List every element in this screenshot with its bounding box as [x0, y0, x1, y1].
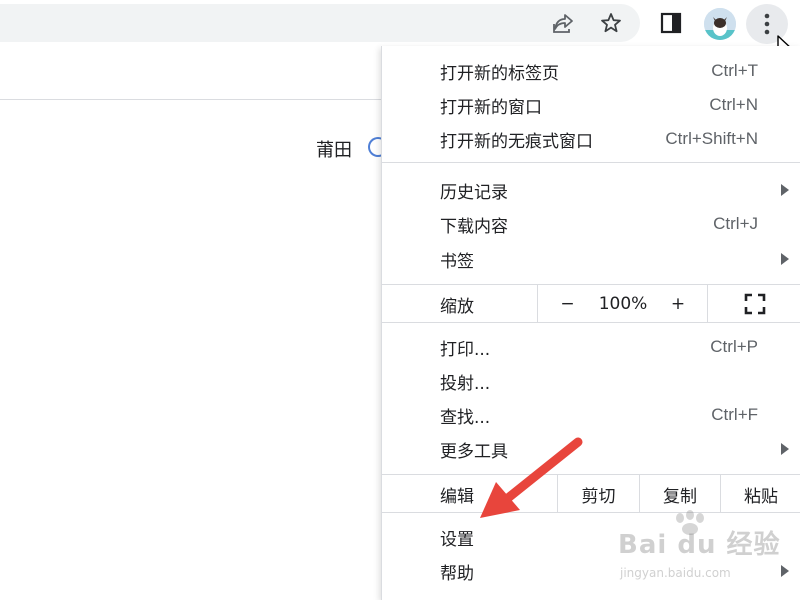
- menu-item-label: 打开新的标签页: [440, 63, 559, 84]
- menu-item-shortcut: Ctrl+Shift+N: [665, 129, 758, 148]
- menu-item-new-incognito-window[interactable]: 打开新的无痕式窗口 Ctrl+Shift+N: [382, 122, 800, 156]
- zoom-level-value: 100%: [598, 294, 648, 314]
- menu-item-label: 历史记录: [440, 182, 508, 203]
- side-panel-icon[interactable]: [656, 8, 686, 38]
- menu-item-label: 书签: [440, 251, 474, 272]
- menu-item-new-tab[interactable]: 打开新的标签页 Ctrl+T: [382, 54, 800, 88]
- menu-separator: [382, 322, 800, 323]
- zoom-in-button[interactable]: +: [649, 285, 707, 323]
- menu-item-shortcut: Ctrl+T: [711, 61, 758, 80]
- menu-item-bookmarks[interactable]: 书签: [382, 242, 800, 276]
- zoom-row: 缩放 − 100% +: [382, 285, 800, 323]
- edit-row: 编辑 剪切 复制 粘贴: [382, 475, 800, 513]
- browser-toolbar: [0, 0, 800, 60]
- menu-item-label: 下载内容: [440, 216, 508, 237]
- share-icon[interactable]: [548, 8, 578, 38]
- menu-item-print[interactable]: 打印... Ctrl+P: [382, 330, 800, 364]
- menu-item-cast[interactable]: 投射...: [382, 364, 800, 398]
- star-icon[interactable]: [596, 8, 626, 38]
- baidu-watermark: Bai du 经验 jingyan.baidu.com: [610, 510, 790, 590]
- profile-avatar[interactable]: [704, 8, 736, 40]
- watermark-url: jingyan.baidu.com: [620, 566, 731, 580]
- menu-item-shortcut: Ctrl+N: [709, 95, 758, 114]
- menu-item-new-window[interactable]: 打开新的窗口 Ctrl+N: [382, 88, 800, 122]
- copy-button[interactable]: 复制: [639, 475, 720, 513]
- submenu-arrow-icon: [781, 443, 789, 455]
- zoom-out-button[interactable]: −: [537, 285, 597, 323]
- fullscreen-icon: [744, 293, 765, 315]
- menu-item-label: 查找...: [440, 407, 491, 428]
- paste-button[interactable]: 粘贴: [720, 475, 800, 513]
- address-bar[interactable]: [0, 4, 640, 42]
- menu-item-downloads[interactable]: 下载内容 Ctrl+J: [382, 207, 800, 241]
- menu-item-find[interactable]: 查找... Ctrl+F: [382, 398, 800, 432]
- menu-item-label: 帮助: [440, 563, 474, 584]
- page-divider: [0, 99, 381, 100]
- menu-item-history[interactable]: 历史记录: [382, 173, 800, 207]
- menu-item-shortcut: Ctrl+J: [713, 214, 758, 233]
- menu-item-shortcut: Ctrl+P: [710, 337, 758, 356]
- submenu-arrow-icon: [781, 184, 789, 196]
- submenu-arrow-icon: [781, 253, 789, 265]
- menu-item-more-tools[interactable]: 更多工具: [382, 432, 800, 466]
- fullscreen-button[interactable]: [707, 285, 800, 323]
- menu-item-label: 打开新的窗口: [440, 97, 542, 118]
- annotation-arrow-icon: [480, 437, 583, 518]
- menu-separator: [382, 162, 800, 163]
- watermark-text: Bai du 经验: [618, 530, 781, 560]
- zoom-label: 缩放: [440, 296, 474, 317]
- menu-item-label: 投射...: [440, 373, 491, 394]
- menu-item-label: 设置: [440, 529, 474, 550]
- menu-item-label: 打开新的无痕式窗口: [440, 131, 593, 152]
- menu-item-shortcut: Ctrl+F: [711, 405, 758, 424]
- menu-item-label: 打印...: [440, 339, 491, 360]
- location-text: 莆田: [316, 140, 352, 161]
